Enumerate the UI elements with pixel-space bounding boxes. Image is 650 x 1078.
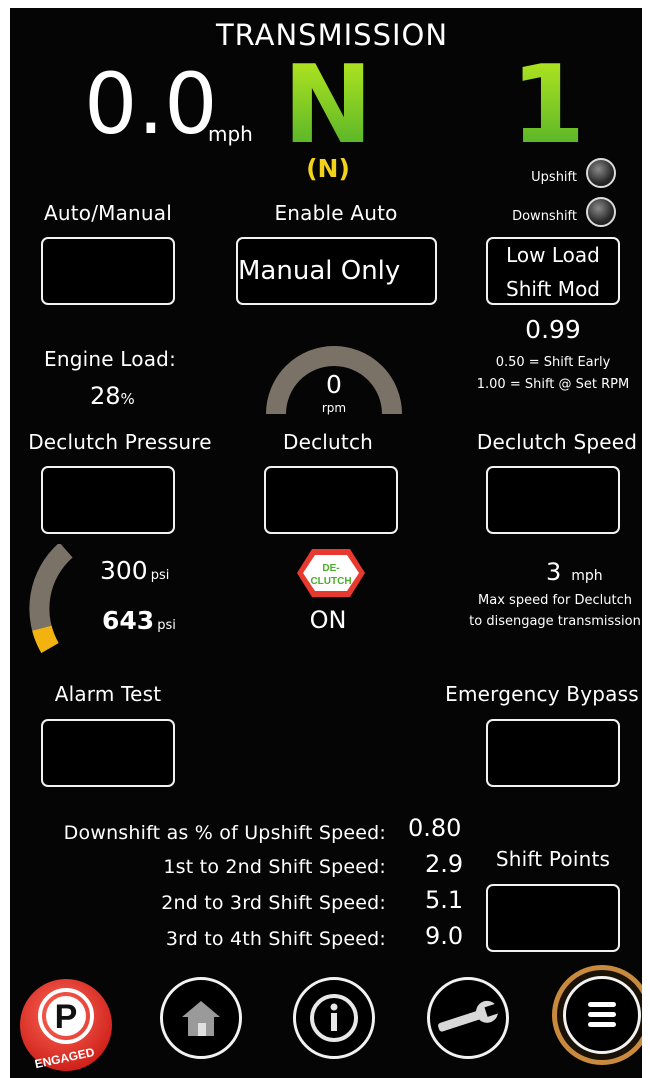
home-button[interactable] — [160, 977, 242, 1059]
emergency-bypass-button[interactable] — [486, 719, 620, 787]
pressure-setpoint-unit: psi — [150, 568, 170, 583]
low-load-shift-mod-button[interactable]: Low Load Shift Mod — [486, 237, 620, 305]
declutch-pressure-actual: 643 psi — [102, 606, 176, 635]
declutch-speed-value: 3 mph — [546, 558, 603, 586]
engine-load-number: 28 — [90, 382, 121, 410]
shift-1-2-label: 1st to 2nd Shift Speed: — [163, 856, 386, 878]
parking-brake-icon: P ENGAGED — [20, 979, 112, 1071]
alarm-test-button[interactable] — [41, 719, 175, 787]
declutch-speed-hint2: to disengage transmission — [469, 614, 641, 629]
selected-gear: (N) — [306, 154, 350, 183]
pressure-actual-unit: psi — [157, 618, 176, 633]
transmission-screen: TRANSMISSION 0.0 mph N (N) 1 Upshift Dow… — [10, 8, 642, 1078]
rpm-value: 0 — [326, 370, 342, 399]
parking-letter: P — [55, 998, 78, 1036]
declutch-label: Declutch — [282, 430, 374, 454]
downshift-percent-value: 0.80 — [408, 814, 462, 842]
info-button[interactable] — [293, 977, 375, 1059]
declutch-speed-hint1: Max speed for Declutch — [478, 593, 632, 608]
rpm-unit: rpm — [321, 401, 347, 415]
info-icon — [310, 994, 358, 1042]
auto-manual-label: Auto/Manual — [43, 201, 173, 225]
downshift-label: Downshift — [512, 209, 577, 224]
enable-auto-button[interactable]: Manual Only — [236, 237, 437, 305]
shift-points-button[interactable] — [486, 884, 620, 952]
engine-load-unit: % — [120, 390, 135, 408]
upshift-indicator-light — [586, 158, 616, 188]
parking-brake-button[interactable]: P ENGAGED — [15, 976, 117, 1074]
pressure-setpoint-value: 300 — [100, 556, 148, 585]
wrench-icon — [438, 1000, 501, 1032]
declutch-speed-unit: mph — [571, 568, 603, 584]
engine-load-value: 28% — [90, 382, 135, 410]
shift-3-4-value: 9.0 — [425, 922, 464, 950]
declutch-speed-number: 3 — [546, 558, 562, 586]
speed-unit: mph — [208, 122, 253, 146]
declutch-pressure-label: Declutch Pressure — [28, 430, 212, 454]
hamburger-menu-icon — [588, 1002, 616, 1027]
low-load-hint-set-rpm: 1.00 = Shift @ Set RPM — [476, 377, 630, 392]
low-load-label-line2: Shift Mod — [505, 277, 601, 301]
declutch-pressure-gauge — [29, 544, 73, 654]
current-gear: N — [282, 43, 374, 168]
shift-points-label: Shift Points — [495, 847, 611, 871]
declutch-speed-label: Declutch Speed — [476, 430, 638, 454]
low-load-hint-early: 0.50 = Shift Early — [495, 355, 611, 370]
declutch-state: ON — [309, 606, 347, 634]
declutch-sign-icon: DE- CLUTCH — [297, 549, 365, 597]
settings-button[interactable] — [427, 977, 509, 1059]
downshift-indicator-light — [586, 197, 616, 227]
declutch-pressure-button[interactable] — [41, 466, 175, 534]
shift-2-3-value: 5.1 — [425, 886, 464, 914]
declutch-speed-button[interactable] — [486, 466, 620, 534]
downshift-percent-label: Downshift as % of Upshift Speed: — [63, 822, 386, 844]
speed-value: 0.0 — [84, 55, 218, 153]
menu-button[interactable] — [552, 965, 642, 1065]
emergency-bypass-label: Emergency Bypass — [445, 682, 639, 706]
declutch-sign-line2: CLUTCH — [310, 576, 351, 587]
alarm-test-label: Alarm Test — [54, 682, 162, 706]
declutch-sign-line1: DE- — [322, 563, 339, 574]
pressure-actual-value: 643 — [102, 606, 155, 635]
declutch-pressure-setpoint: 300 psi — [100, 556, 169, 585]
low-load-label-line1: Low Load — [506, 243, 600, 267]
shift-1-2-value: 2.9 — [425, 850, 464, 878]
gear-range: 1 — [510, 43, 586, 168]
shift-3-4-label: 3rd to 4th Shift Speed: — [165, 928, 386, 950]
home-icon — [182, 1001, 220, 1036]
shift-2-3-label: 2nd to 3rd Shift Speed: — [161, 892, 386, 914]
enable-auto-value: Manual Only — [238, 256, 401, 286]
upshift-label: Upshift — [531, 170, 577, 185]
low-load-value: 0.99 — [525, 315, 581, 344]
auto-manual-button[interactable] — [41, 237, 175, 305]
enable-auto-label: Enable Auto — [274, 201, 398, 225]
declutch-button[interactable] — [264, 466, 398, 534]
engine-load-label: Engine Load: — [43, 347, 177, 371]
